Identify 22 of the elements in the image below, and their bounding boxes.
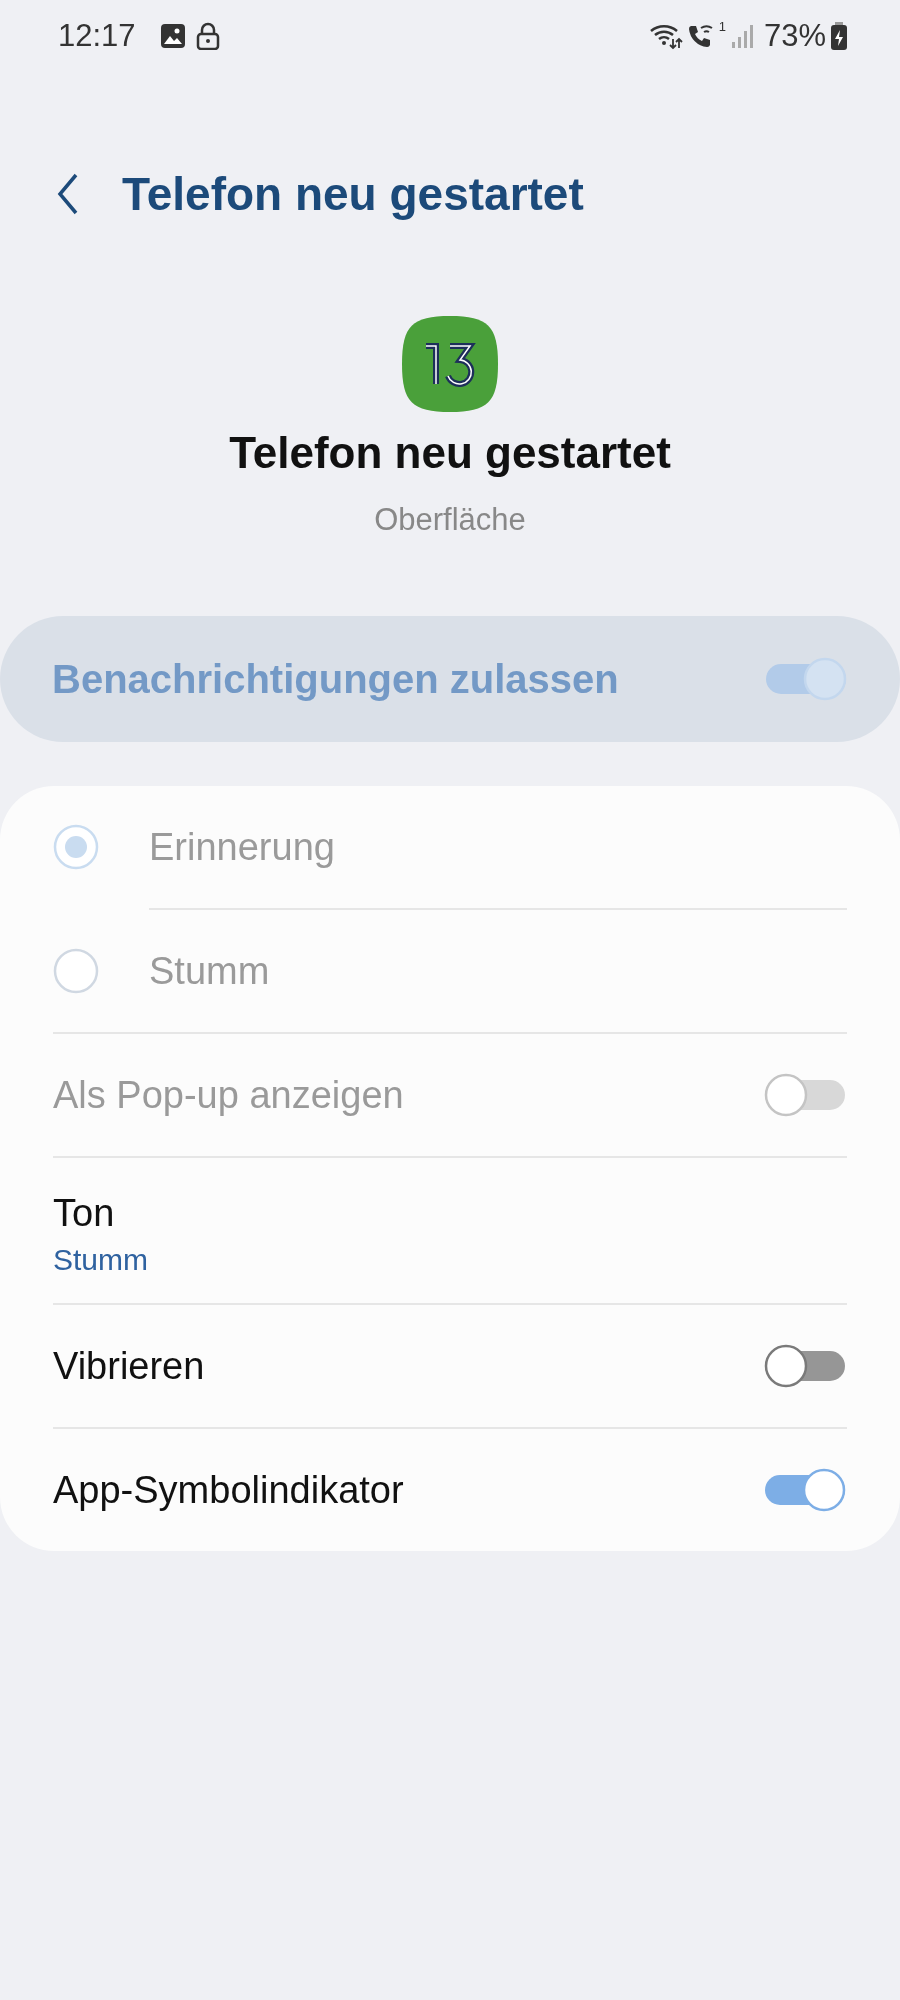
signal-icon — [729, 22, 754, 50]
page-title: Telefon neu gestartet — [122, 167, 584, 221]
setting-label: App-Symbolindikator — [53, 1468, 404, 1512]
wifi-icon — [648, 22, 683, 50]
image-icon — [159, 23, 186, 49]
setting-label: Vibrieren — [53, 1344, 205, 1388]
lock-icon — [195, 22, 220, 50]
app-title: Telefon neu gestartet — [229, 428, 671, 478]
setting-label: Ton — [53, 1192, 116, 1235]
option-label: Erinnerung — [149, 825, 335, 869]
setting-value: Stumm — [53, 1243, 148, 1277]
setting-label: Als Pop-up anzeigen — [53, 1073, 404, 1117]
option-label: Stumm — [149, 949, 270, 993]
wifi-call-icon — [686, 22, 715, 50]
toggle-switch[interactable] — [763, 1343, 847, 1389]
battery-icon — [830, 21, 848, 51]
sim-label: 1 — [718, 19, 726, 34]
status-time: 12:17 — [58, 18, 136, 54]
app-category: Oberfläche — [374, 502, 526, 538]
battery-percent: 73% — [763, 18, 826, 54]
toggle-switch[interactable] — [763, 1467, 847, 1513]
app-icon — [400, 314, 500, 414]
